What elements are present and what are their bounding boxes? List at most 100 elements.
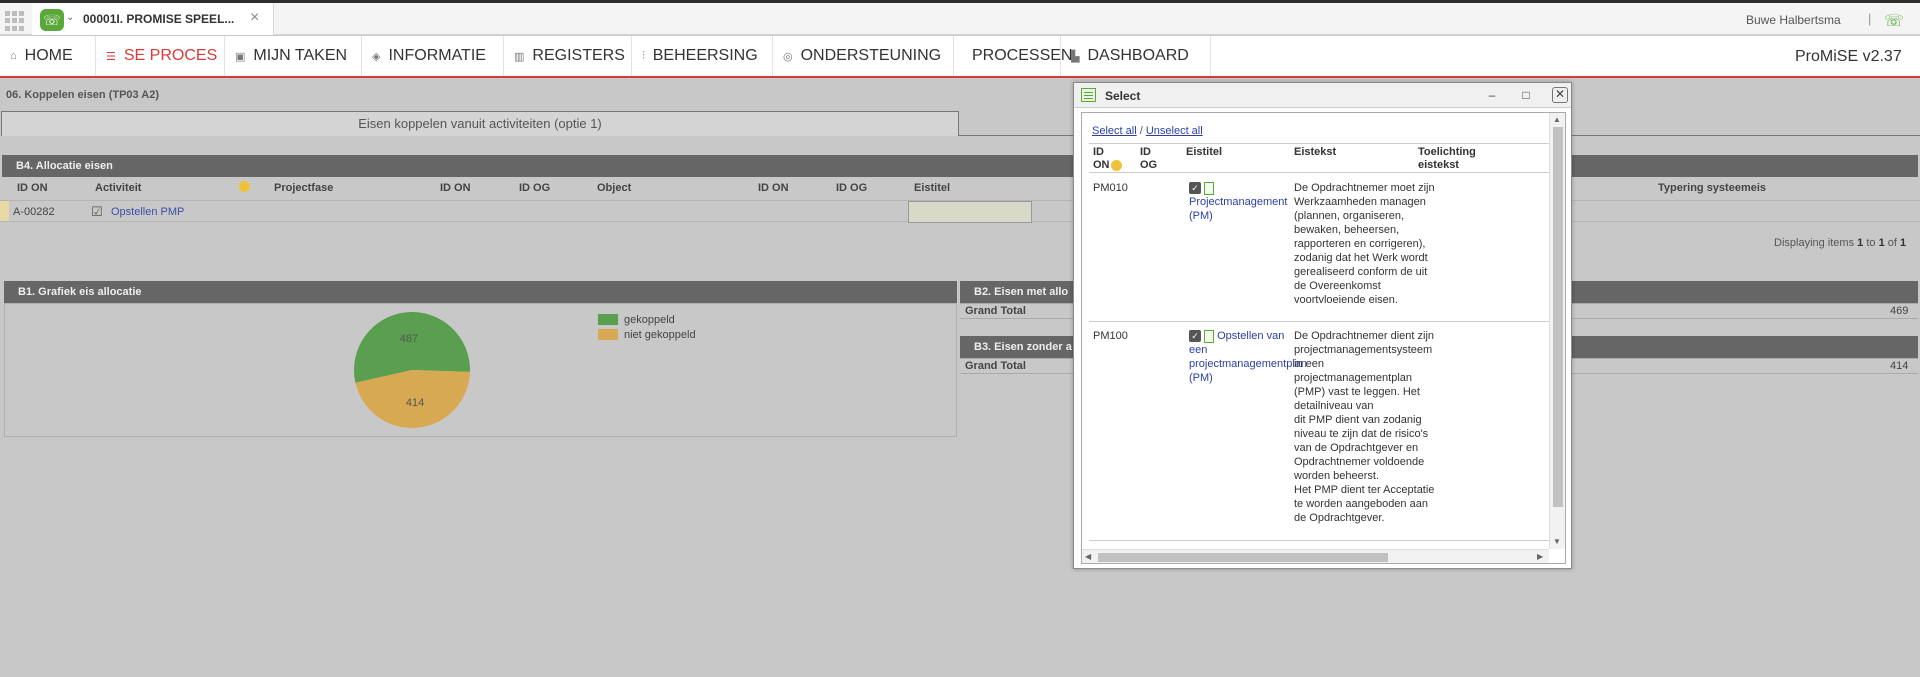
chart-legend: gekoppeld niet gekoppeld (598, 312, 696, 342)
separator: | (1868, 11, 1872, 26)
row-title: ✓ Opstellen van een projectmanagementpla… (1189, 329, 1307, 385)
scroll-down-icon[interactable]: ▼ (1553, 537, 1561, 546)
document-tab[interactable]: ☏ ⌄ 00001I. PROMISE SPEEL... × (32, 3, 274, 35)
legend-item: niet gekoppeld (598, 327, 696, 342)
vertical-scrollbar[interactable]: ▲ ▼ (1549, 113, 1565, 549)
col-eistitel[interactable]: Eistitel (914, 182, 950, 194)
menu-informatie[interactable]: ◈ INFORMATIE (362, 36, 504, 76)
col-typering-systeemeis[interactable]: Typering systeemeis (1658, 182, 1766, 194)
menu-label: BEHEERSING (652, 47, 758, 64)
dialog-titlebar[interactable]: Select – □ ✕ (1074, 83, 1571, 108)
menu-label: MIJN TAKEN (253, 47, 348, 64)
col-id-on[interactable]: ID ON (1093, 146, 1122, 172)
user-name[interactable]: Buwe Halbertsma (1746, 13, 1841, 27)
tab-bar: ☏ ⌄ 00001I. PROMISE SPEEL... × Buwe Halb… (0, 3, 1920, 35)
menu-label: PROCESSEN (972, 47, 1073, 64)
home-icon: ⌂ (10, 50, 17, 62)
selection-links: Select all / Unselect all (1092, 125, 1203, 137)
scroll-left-icon[interactable]: ◀ (1085, 552, 1091, 561)
col-id-on[interactable]: ID ON (17, 182, 48, 194)
menu-label: SE PROCES (123, 47, 218, 64)
row-checkbox[interactable]: ✓ (1189, 182, 1201, 195)
pagination-info: Displaying items 1 to 1 of 1 (1774, 237, 1907, 249)
scroll-right-icon[interactable]: ▶ (1537, 552, 1543, 561)
row-id: PM010 (1093, 182, 1128, 194)
col-eistitel[interactable]: Eistitel (1186, 146, 1222, 159)
promise-logo-icon: ☏ (40, 9, 64, 31)
b4-header: B4. Allocatie eisen (2, 155, 1918, 177)
horizontal-scrollbar[interactable]: ◀ ▶ (1082, 549, 1549, 563)
col-projectfase[interactable]: Projectfase (274, 182, 333, 194)
apps-grid-icon[interactable] (5, 11, 25, 31)
filter-icon[interactable] (1110, 159, 1122, 171)
close-tab-icon[interactable]: × (250, 9, 259, 27)
col-object[interactable]: Object (597, 182, 631, 194)
maximize-icon[interactable]: □ (1518, 87, 1534, 103)
dialog-table-header: ID ON ID OG Eistitel Eistekst Toelichtin… (1089, 143, 1555, 173)
b1-header: B1. Grafiek eis allocatie (4, 281, 957, 303)
dialog-body: Select all / Unselect all ID ON ID OG Ei… (1081, 112, 1566, 564)
chevron-down-icon[interactable]: ⌄ (66, 12, 74, 23)
col-eistekst[interactable]: Eistekst (1294, 146, 1336, 159)
row-marker (0, 201, 9, 221)
eistitel-field[interactable] (908, 201, 1032, 223)
row-title: ✓ Projectmanagement (PM) (1189, 181, 1297, 223)
menu-label: HOME (24, 47, 73, 64)
clipboard-icon: ▣ (235, 50, 246, 63)
minimize-icon[interactable]: – (1484, 87, 1500, 103)
menu-ondersteuning[interactable]: ◎ ONDERSTEUNING (773, 36, 954, 76)
grand-total-label: Grand Total (965, 360, 1026, 372)
menu-label: REGISTERS (532, 47, 625, 64)
filter-icon[interactable] (239, 181, 250, 192)
row-title-link[interactable]: Projectmanagement (PM) (1189, 196, 1287, 222)
grand-total-value: 469 (1890, 305, 1909, 317)
col-id-on[interactable]: ID ON (758, 182, 789, 194)
promise-logo-icon[interactable]: ☏ (1884, 11, 1904, 31)
col-id-og[interactable]: ID OG (519, 182, 550, 194)
tab-eisen-koppelen[interactable]: Eisen koppelen vanuit activiteiten (opti… (1, 111, 959, 136)
row-eistekst: De Opdrachtnemer dient zijn projectmanag… (1294, 330, 1435, 524)
select-all-link[interactable]: Select all (1092, 125, 1137, 137)
col-toelichting-eistekst[interactable]: Toelichting eistekst (1418, 146, 1476, 172)
row-eistekst: De Opdrachtnemer moet zijn Werkzaamheden… (1294, 182, 1435, 306)
lifebuoy-icon: ◎ (783, 50, 793, 63)
menu-mijn-taken[interactable]: ▣ MIJN TAKEN (225, 36, 362, 76)
legend-label: gekoppeld (624, 313, 675, 326)
unselect-all-link[interactable]: Unselect all (1146, 125, 1203, 137)
menu-dashboard[interactable]: ▙ DASHBOARD (1061, 36, 1211, 76)
document-icon (1204, 329, 1214, 343)
select-dialog: Select – □ ✕ Select all / Unselect all I… (1073, 82, 1572, 569)
scroll-thumb[interactable] (1098, 553, 1388, 562)
legend-item: gekoppeld (598, 312, 696, 327)
menu-label: ONDERSTEUNING (800, 47, 942, 64)
table-row[interactable]: PM100 ✓ Opstellen van een projectmanagem… (1089, 322, 1555, 541)
bar-chart-icon: ▙ (1071, 50, 1080, 63)
pie-chart: 487 414 (354, 312, 470, 428)
menu-se-proces[interactable]: ☰ SE PROCES (96, 36, 225, 76)
main-menu: ⌂ HOME ☰ SE PROCES ▣ MIJN TAKEN ◈ INFORM… (0, 36, 1920, 78)
menu-beheersing[interactable]: ⫶ BEHEERSING (632, 36, 773, 76)
document-icon (1204, 181, 1214, 195)
dialog-title: Select (1105, 89, 1141, 103)
menu-registers[interactable]: ▥ REGISTERS (504, 36, 632, 76)
col-id-og[interactable]: ID OG (836, 182, 867, 194)
table-row[interactable]: PM010 ✓ Projectmanagement (PM) De Opdrac… (1089, 174, 1555, 322)
menu-home[interactable]: ⌂ HOME (0, 36, 96, 76)
layers-icon: ◈ (372, 50, 381, 63)
scroll-up-icon[interactable]: ▲ (1553, 115, 1561, 124)
sliders-icon: ⫶ (642, 49, 645, 62)
menu-processen[interactable]: PROCESSEN (954, 36, 1072, 76)
b1-panel (4, 303, 957, 437)
col-id-og[interactable]: ID OG (1140, 146, 1157, 172)
task-icon: ☑ (91, 204, 103, 219)
scroll-thumb[interactable] (1553, 127, 1563, 507)
activity-link[interactable]: Opstellen PMP (111, 206, 184, 218)
pie-data-label: 487 (400, 333, 418, 345)
col-id-on[interactable]: ID ON (440, 182, 471, 194)
pie-data-label: 414 (406, 397, 424, 409)
close-icon[interactable]: ✕ (1552, 87, 1568, 103)
brand-version: ProMiSE v2.37 (1795, 48, 1902, 65)
row-checkbox[interactable]: ✓ (1189, 330, 1201, 343)
legend-label: niet gekoppeld (624, 328, 696, 341)
col-activiteit[interactable]: Activiteit (95, 182, 141, 194)
